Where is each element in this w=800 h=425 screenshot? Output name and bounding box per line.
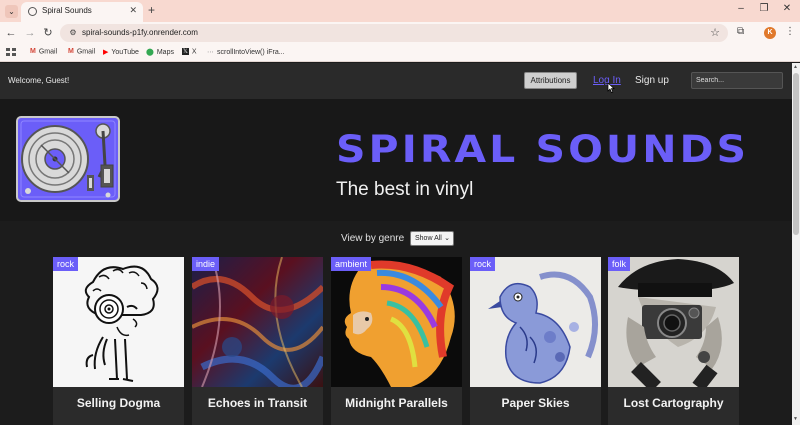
product-card[interactable]: indie Echoes in Transit [192, 257, 323, 425]
extensions-icon[interactable]: ⧉ [737, 26, 744, 37]
tab-list-chevron-icon[interactable]: ⌄ [5, 5, 18, 18]
genre-select-value: Show All [415, 235, 442, 242]
close-tab-icon[interactable]: ✕ [129, 5, 137, 16]
page-scrollbar[interactable]: ▲ ▼ [792, 63, 800, 425]
bookmark-x[interactable]: 𝕏X [182, 48, 197, 55]
bookmarks-bar: M Gmail M Gmail ▶ YouTube ⬤ Maps 𝕏X ⋯ scrollI… [0, 44, 800, 62]
genre-filter-bar: View by genre Show All ⌄ [0, 221, 792, 257]
genre-tag: rock [53, 257, 79, 271]
product-title[interactable]: Selling Dogma [53, 396, 184, 410]
bookmark-scrollintoview[interactable]: ⋯ scrollIntoView() iFra... [207, 48, 285, 56]
close-window-icon[interactable]: ✕ [780, 3, 794, 14]
scrollbar-thumb[interactable] [793, 73, 799, 235]
album-cover-image [192, 257, 323, 387]
tagline: The best in vinyl [336, 179, 474, 200]
profile-avatar[interactable]: K [764, 27, 776, 39]
globe-icon [28, 7, 37, 16]
product-title[interactable]: Midnight Parallels [331, 396, 462, 410]
bookmark-youtube[interactable]: ▶ YouTube [103, 48, 139, 56]
url-text[interactable]: spiral-sounds-p1fy.onrender.com [82, 28, 198, 37]
turntable-logo-icon [16, 116, 120, 202]
gmail-icon: M [30, 48, 36, 55]
scroll-up-icon[interactable]: ▲ [793, 64, 798, 70]
attributions-button[interactable]: Attributions [524, 72, 577, 89]
page-viewport: Welcome, Guest! Attributions Log In Sign… [0, 63, 792, 425]
bookmark-gmail-1[interactable]: M Gmail [30, 48, 57, 55]
product-card[interactable]: ambient Midnight Parallels [331, 257, 462, 425]
forward-icon[interactable]: → [24, 27, 36, 39]
product-card[interactable]: folk Lost Cartography [608, 257, 739, 425]
bookmark-star-icon[interactable]: ☆ [710, 26, 720, 39]
album-cover-image [608, 257, 739, 387]
bookmark-gmail-2[interactable]: M Gmail [68, 48, 95, 55]
tab-title: Spiral Sounds [42, 6, 92, 15]
minimize-icon[interactable]: – [734, 3, 748, 14]
album-cover-image [331, 257, 462, 387]
genre-tag: indie [192, 257, 220, 271]
browser-toolbar: ← → ↻ ⚙ spiral-sounds-p1fy.onrender.com … [0, 22, 800, 44]
browser-menu-icon[interactable]: ⋮ [785, 26, 795, 37]
mouse-cursor-icon [607, 83, 615, 93]
welcome-text: Welcome, Guest! [8, 76, 70, 85]
bookmark-maps[interactable]: ⬤ Maps [146, 48, 174, 56]
genre-tag: rock [470, 257, 496, 271]
genre-select[interactable]: Show All ⌄ [410, 231, 454, 246]
genre-tag: folk [608, 257, 631, 271]
chevron-down-icon: ⌄ [444, 235, 450, 242]
gmail-icon: M [68, 48, 74, 55]
page-icon: ⋯ [207, 49, 214, 56]
genre-filter-label: View by genre [341, 233, 405, 244]
product-title[interactable]: Paper Skies [470, 396, 601, 410]
apps-grid-icon[interactable] [6, 48, 16, 57]
hero-banner: SPIRAL SOUNDS The best in vinyl [0, 99, 792, 221]
product-title[interactable]: Lost Cartography [608, 396, 739, 410]
address-bar[interactable]: ⚙ spiral-sounds-p1fy.onrender.com ☆ [60, 24, 728, 42]
back-icon[interactable]: ← [5, 27, 17, 39]
search-input[interactable] [691, 72, 783, 89]
album-cover-image [470, 257, 601, 387]
youtube-icon: ▶ [103, 49, 109, 56]
restore-icon[interactable]: ❐ [757, 3, 771, 14]
site-title: SPIRAL SOUNDS [336, 127, 750, 172]
album-cover-image [53, 257, 184, 387]
scroll-down-icon[interactable]: ▼ [793, 416, 798, 422]
maps-pin-icon: ⬤ [146, 49, 154, 56]
genre-tag: ambient [331, 257, 372, 271]
x-logo-icon: 𝕏 [182, 48, 189, 55]
browser-tab[interactable]: Spiral Sounds ✕ [21, 2, 143, 22]
product-card[interactable]: rock Selling Dogma [53, 257, 184, 425]
product-card[interactable]: rock Paper Skies [470, 257, 601, 425]
product-title[interactable]: Echoes in Transit [192, 396, 323, 410]
browser-tabstrip: ⌄ Spiral Sounds ✕ + – ❐ ✕ [0, 0, 800, 22]
site-info-icon[interactable]: ⚙ [68, 28, 78, 38]
signup-link[interactable]: Sign up [635, 75, 669, 86]
site-nav: Welcome, Guest! Attributions Log In Sign… [0, 63, 792, 99]
new-tab-icon[interactable]: + [148, 3, 155, 17]
reload-icon[interactable]: ↻ [42, 27, 54, 39]
